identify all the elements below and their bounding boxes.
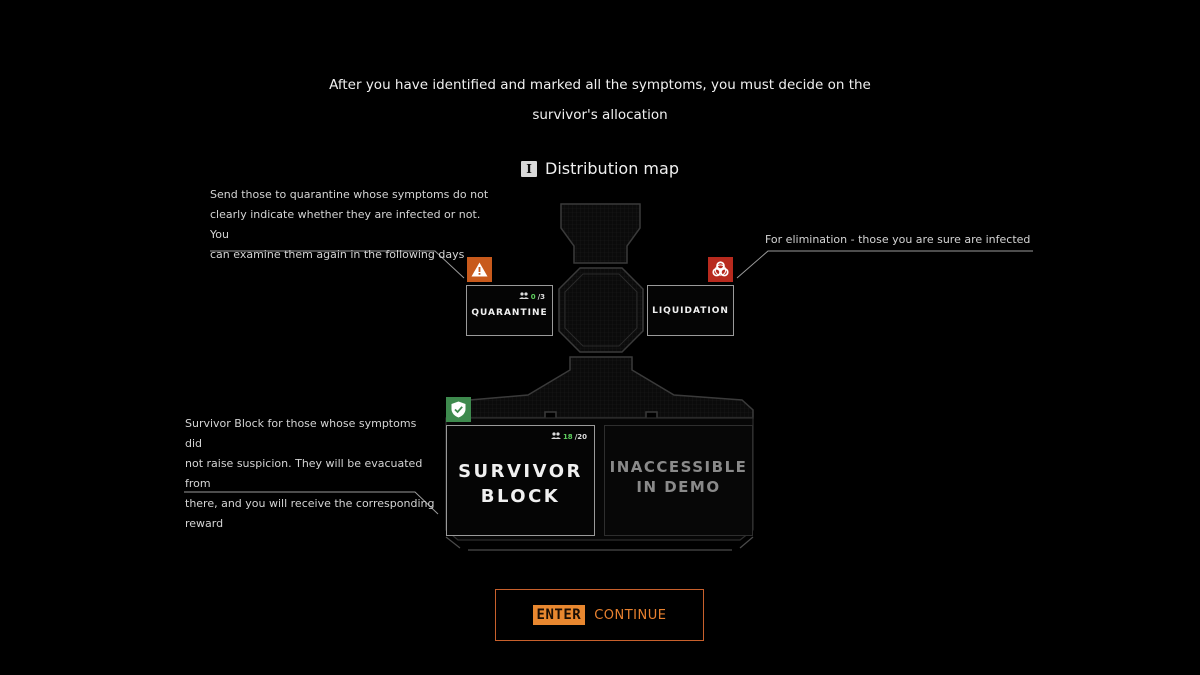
survivor-note-line-3: there, and you will receive the correspo… (185, 497, 435, 510)
quarantine-max: /3 (537, 292, 545, 301)
survivor-count: 18 (562, 432, 573, 441)
survivor-block-room[interactable]: 18/20 SURVIVOR BLOCK (446, 425, 595, 536)
survivor-label-line-2: BLOCK (480, 485, 561, 507)
enter-key-hint: ENTER (532, 605, 586, 625)
continue-button[interactable]: ENTER CONTINUE (495, 589, 704, 641)
quarantine-capacity: 0/3 (518, 292, 545, 301)
quarantine-room[interactable]: 0/3 QUARANTINE (466, 285, 553, 336)
shield-check-icon (446, 397, 471, 422)
people-icon (518, 292, 529, 301)
liquidation-callout (736, 250, 1033, 279)
survivor-label-line-1: SURVIVOR (458, 460, 583, 482)
locked-label-line-1: INACCESSIBLE (609, 457, 748, 476)
central-hub (558, 267, 644, 353)
survivor-note-line-4: reward (185, 517, 224, 530)
survivor-note-line-1: Survivor Block for those whose symptoms … (185, 417, 417, 450)
people-icon (550, 432, 561, 441)
quarantine-note: Send those to quarantine whose symptoms … (210, 185, 490, 265)
liquidation-note: For elimination - those you are sure are… (765, 230, 1033, 250)
survivor-max: /20 (574, 432, 587, 441)
survivor-note-line-2: not raise suspicion. They will be evacua… (185, 457, 423, 490)
quarantine-note-line-1: Send those to quarantine whose symptoms … (210, 188, 489, 201)
inaccessible-room: INACCESSIBLE IN DEMO (604, 425, 753, 536)
warning-icon (467, 257, 492, 282)
liquidation-note-line: For elimination - those you are sure are… (765, 233, 1031, 246)
top-corridor (560, 203, 641, 264)
quarantine-count: 0 (530, 292, 536, 301)
lower-funnel (469, 356, 754, 419)
continue-label: CONTINUE (594, 607, 667, 623)
quarantine-note-line-2: clearly indicate whether they are infect… (210, 208, 481, 241)
survivor-capacity: 18/20 (550, 432, 587, 441)
facility-map (184, 203, 1033, 551)
survivor-note: Survivor Block for those whose symptoms … (185, 414, 435, 534)
liquidation-room[interactable]: LIQUIDATION (647, 285, 734, 336)
quarantine-note-line-3: can examine them again in the following … (210, 248, 465, 261)
locked-label-line-2: IN DEMO (636, 477, 721, 496)
quarantine-label: QUARANTINE (471, 307, 548, 318)
biohazard-icon (708, 257, 733, 282)
liquidation-label: LIQUIDATION (652, 305, 729, 316)
